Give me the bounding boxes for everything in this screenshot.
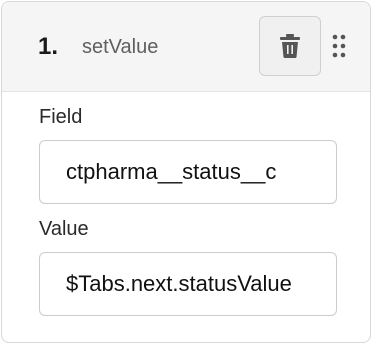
step-header: 1. setValue <box>2 2 370 92</box>
drag-handle-icon[interactable] <box>332 34 346 58</box>
step-card: 1. setValue Field Value <box>1 1 371 343</box>
value-label: Value <box>39 218 89 240</box>
step-name: setValue <box>82 36 159 58</box>
field-label: Field <box>39 106 83 128</box>
field-input[interactable] <box>39 140 337 204</box>
step-number: 1. <box>38 33 59 60</box>
value-input[interactable] <box>39 252 337 316</box>
trash-icon <box>280 34 300 58</box>
delete-step-button[interactable] <box>259 16 321 76</box>
